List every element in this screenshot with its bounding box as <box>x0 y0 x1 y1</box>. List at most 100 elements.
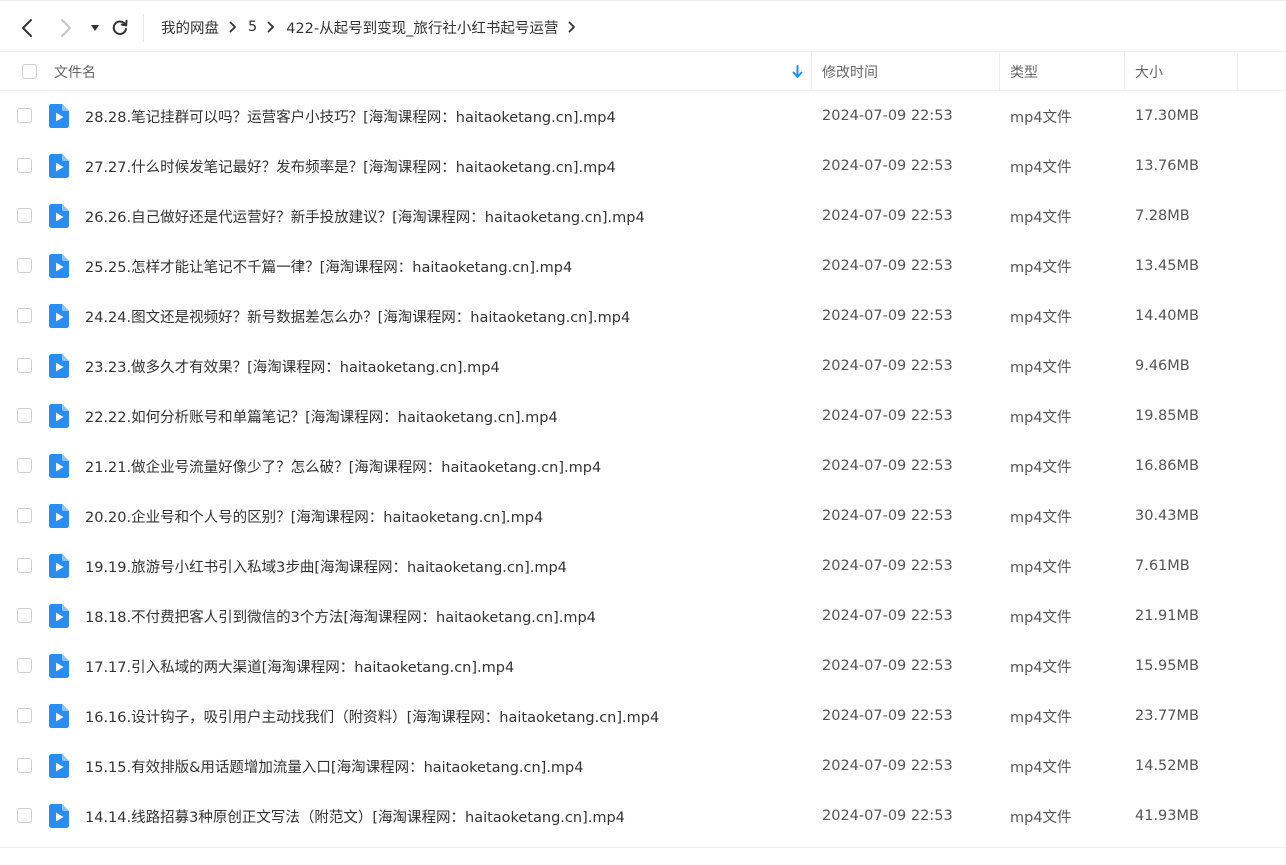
forward-button[interactable] <box>56 17 76 39</box>
file-size: 17.30MB <box>1135 108 1199 124</box>
file-type: mp4文件 <box>1010 109 1072 126</box>
file-type: mp4文件 <box>1010 159 1072 176</box>
breadcrumb-item-folder[interactable]: 5 <box>248 19 257 35</box>
file-row[interactable]: 23.23.做多久才有效果？[海淘课程网：haitaoketang.cn].mp… <box>0 341 1286 391</box>
file-modified: 2024-07-09 22:53 <box>822 808 953 824</box>
row-checkbox[interactable] <box>17 258 32 273</box>
file-name[interactable]: 16.16.设计钩子，吸引用户主动找我们（附资料）[海淘课程网：haitaoke… <box>85 691 659 741</box>
file-size: 16.86MB <box>1135 458 1199 474</box>
chevron-left-icon <box>22 19 32 37</box>
row-checkbox[interactable] <box>17 358 32 373</box>
file-modified: 2024-07-09 22:53 <box>822 358 953 374</box>
file-name[interactable]: 28.28.笔记挂群可以吗？运营客户小技巧？[海淘课程网：haitaoketan… <box>85 91 616 141</box>
file-type: mp4文件 <box>1010 659 1072 676</box>
file-size: 7.61MB <box>1135 558 1190 574</box>
row-checkbox[interactable] <box>17 208 32 223</box>
file-row[interactable]: 27.27.什么时候发笔记最好？发布频率是？[海淘课程网：haitaoketan… <box>0 141 1286 191</box>
file-name[interactable]: 24.24.图文还是视频好？新号数据差怎么办？[海淘课程网：haitaoketa… <box>85 291 630 341</box>
video-file-icon <box>49 654 69 678</box>
file-name[interactable]: 27.27.什么时候发笔记最好？发布频率是？[海淘课程网：haitaoketan… <box>85 141 616 191</box>
file-size: 41.93MB <box>1135 808 1199 824</box>
row-checkbox[interactable] <box>17 108 32 123</box>
file-row[interactable]: 26.26.自己做好还是代运营好？新手投放建议？[海淘课程网：haitaoket… <box>0 191 1286 241</box>
row-checkbox[interactable] <box>17 708 32 723</box>
file-name[interactable]: 19.19.旅游号小红书引入私域3步曲[海淘课程网：haitaoketang.c… <box>85 541 567 591</box>
breadcrumb-item-current[interactable]: 422-从起号到变现_旅行社小红书起号运营 <box>286 17 558 38</box>
column-header-type-label: 类型 <box>1010 65 1038 81</box>
column-header-size-label: 大小 <box>1135 65 1163 81</box>
file-modified: 2024-07-09 22:53 <box>822 458 953 474</box>
history-dropdown-button[interactable] <box>85 17 105 39</box>
file-type: mp4文件 <box>1010 709 1072 726</box>
column-divider[interactable] <box>1237 53 1238 91</box>
file-row[interactable]: 18.18.不付费把客人引到微信的3个方法[海淘课程网：haitaoketang… <box>0 591 1286 641</box>
video-file-icon <box>49 604 69 628</box>
back-button[interactable] <box>17 17 37 39</box>
file-row[interactable]: 20.20.企业号和个人号的区别？[海淘课程网：haitaoketang.cn]… <box>0 491 1286 541</box>
row-checkbox[interactable] <box>17 758 32 773</box>
row-checkbox[interactable] <box>17 808 32 823</box>
breadcrumb-separator <box>229 21 237 33</box>
file-row[interactable]: 24.24.图文还是视频好？新号数据差怎么办？[海淘课程网：haitaoketa… <box>0 291 1286 341</box>
file-name[interactable]: 15.15.有效排版&用话题增加流量入口[海淘课程网：haitaoketang.… <box>85 741 584 791</box>
column-header-type[interactable]: 类型 <box>1010 53 1038 91</box>
column-divider[interactable] <box>999 53 1000 91</box>
sort-arrow-down-icon <box>792 65 803 78</box>
file-modified: 2024-07-09 22:53 <box>822 308 953 324</box>
row-checkbox[interactable] <box>17 408 32 423</box>
file-row[interactable]: 22.22.如何分析账号和单篇笔记？[海淘课程网：haitaoketang.cn… <box>0 391 1286 441</box>
file-type: mp4文件 <box>1010 759 1072 776</box>
file-type: mp4文件 <box>1010 409 1072 426</box>
file-modified: 2024-07-09 22:53 <box>822 258 953 274</box>
video-file-icon <box>49 454 69 478</box>
file-type: mp4文件 <box>1010 609 1072 626</box>
row-checkbox[interactable] <box>17 308 32 323</box>
breadcrumb-item-root[interactable]: 我的网盘 <box>161 17 219 38</box>
file-modified: 2024-07-09 22:53 <box>822 158 953 174</box>
file-row[interactable]: 15.15.有效排版&用话题增加流量入口[海淘课程网：haitaoketang.… <box>0 741 1286 791</box>
refresh-button[interactable] <box>110 17 130 39</box>
breadcrumb-separator[interactable] <box>568 21 576 33</box>
file-name[interactable]: 20.20.企业号和个人号的区别？[海淘课程网：haitaoketang.cn]… <box>85 491 543 541</box>
refresh-icon <box>112 19 128 35</box>
row-checkbox[interactable] <box>17 608 32 623</box>
file-name[interactable]: 25.25.怎样才能让笔记不千篇一律？[海淘课程网：haitaoketang.c… <box>85 241 572 291</box>
row-checkbox[interactable] <box>17 658 32 673</box>
row-checkbox[interactable] <box>17 508 32 523</box>
video-file-icon <box>49 504 69 528</box>
file-row[interactable]: 28.28.笔记挂群可以吗？运营客户小技巧？[海淘课程网：haitaoketan… <box>0 91 1286 141</box>
file-list: 28.28.笔记挂群可以吗？运营客户小技巧？[海淘课程网：haitaoketan… <box>0 91 1286 841</box>
video-file-icon <box>49 554 69 578</box>
file-name[interactable]: 18.18.不付费把客人引到微信的3个方法[海淘课程网：haitaoketang… <box>85 591 596 641</box>
file-row[interactable]: 16.16.设计钩子，吸引用户主动找我们（附资料）[海淘课程网：haitaoke… <box>0 691 1286 741</box>
file-modified: 2024-07-09 22:53 <box>822 108 953 124</box>
video-file-icon <box>49 354 69 378</box>
file-row[interactable]: 21.21.做企业号流量好像少了？怎么破？[海淘课程网：haitaoketang… <box>0 441 1286 491</box>
sort-toggle[interactable] <box>792 53 803 91</box>
file-size: 13.45MB <box>1135 258 1199 274</box>
file-name[interactable]: 22.22.如何分析账号和单篇笔记？[海淘课程网：haitaoketang.cn… <box>85 391 558 441</box>
file-row[interactable]: 14.14.线路招募3种原创正文写法（附范文）[海淘课程网：haitaoketa… <box>0 791 1286 841</box>
row-checkbox[interactable] <box>17 458 32 473</box>
row-checkbox[interactable] <box>17 558 32 573</box>
file-size: 23.77MB <box>1135 708 1199 724</box>
select-all-checkbox[interactable] <box>22 64 37 79</box>
file-row[interactable]: 19.19.旅游号小红书引入私域3步曲[海淘课程网：haitaoketang.c… <box>0 541 1286 591</box>
column-divider[interactable] <box>1124 53 1125 91</box>
video-file-icon <box>49 154 69 178</box>
file-name[interactable]: 21.21.做企业号流量好像少了？怎么破？[海淘课程网：haitaoketang… <box>85 441 601 491</box>
file-name[interactable]: 26.26.自己做好还是代运营好？新手投放建议？[海淘课程网：haitaoket… <box>85 191 645 241</box>
column-divider[interactable] <box>811 53 812 91</box>
file-row[interactable]: 25.25.怎样才能让笔记不千篇一律？[海淘课程网：haitaoketang.c… <box>0 241 1286 291</box>
file-modified: 2024-07-09 22:53 <box>822 608 953 624</box>
column-header-size[interactable]: 大小 <box>1135 53 1163 91</box>
column-header-name[interactable]: 文件名 <box>54 53 96 91</box>
file-type: mp4文件 <box>1010 209 1072 226</box>
row-checkbox[interactable] <box>17 158 32 173</box>
file-row[interactable]: 17.17.引入私域的两大渠道[海淘课程网：haitaoketang.cn].m… <box>0 641 1286 691</box>
file-name[interactable]: 23.23.做多久才有效果？[海淘课程网：haitaoketang.cn].mp… <box>85 341 500 391</box>
column-header-modified[interactable]: 修改时间 <box>822 53 878 91</box>
file-name[interactable]: 17.17.引入私域的两大渠道[海淘课程网：haitaoketang.cn].m… <box>85 641 514 691</box>
file-name[interactable]: 14.14.线路招募3种原创正文写法（附范文）[海淘课程网：haitaoketa… <box>85 791 625 841</box>
toolbar-divider <box>143 14 144 42</box>
